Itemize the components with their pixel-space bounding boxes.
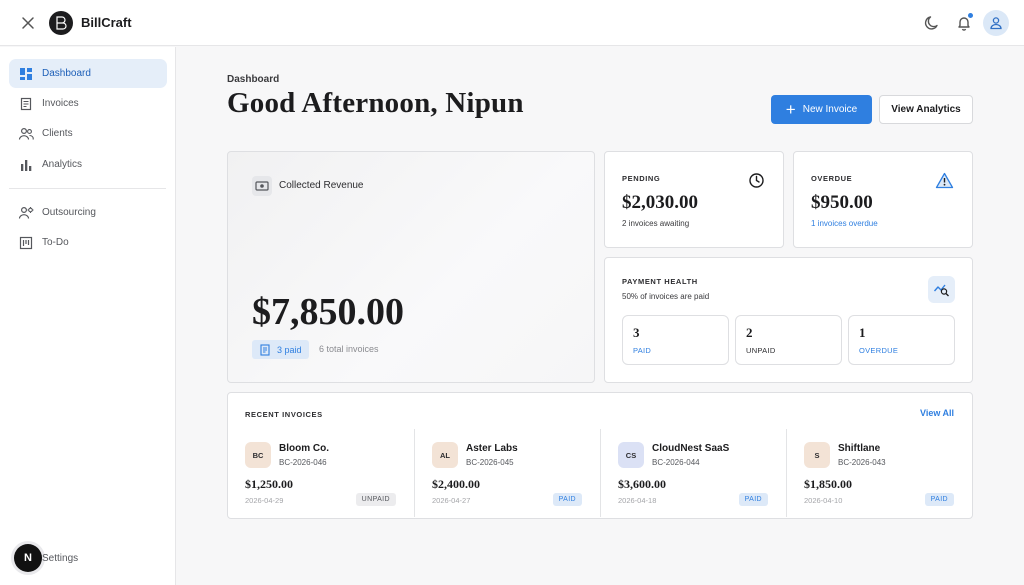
sidebar-item-outsourcing[interactable]: Outsourcing: [9, 198, 167, 227]
sidebar-item-label: Analytics: [42, 159, 83, 170]
pending-sub: 2 invoices awaiting: [622, 219, 690, 228]
view-all-link[interactable]: View All: [920, 408, 954, 418]
invoice-number: BC-2026-044: [652, 458, 700, 467]
new-invoice-label: New Invoice: [802, 104, 858, 115]
plus-icon: +: [785, 100, 796, 119]
settings-link[interactable]: Settings: [42, 553, 78, 564]
overdue-amount: $950.00: [811, 192, 873, 213]
brand-name: BillCraft: [81, 15, 132, 30]
invoice-amount: $2,400.00: [432, 477, 480, 491]
outsourcing-icon: [18, 205, 34, 221]
client-name: CloudNest SaaS: [652, 443, 730, 454]
notification-dot: [968, 13, 973, 18]
invoice-card[interactable]: S Shiftlane BC-2026-043 $1,850.00 2026-0…: [786, 429, 972, 517]
invoice-card[interactable]: AL Aster Labs BC-2026-045 $2,400.00 2026…: [414, 429, 600, 517]
status-badge: PAID: [924, 493, 954, 506]
overdue-card: OVERDUE $950.00 1 invoices overdue: [793, 151, 973, 248]
total-invoices-text: 6 total invoices: [319, 344, 379, 354]
invoice-number: BC-2026-046: [279, 458, 327, 467]
revenue-amount: $7,850.00: [252, 291, 404, 333]
payment-health-sub: 50% of invoices are paid: [622, 292, 710, 301]
overdue-count: 1: [859, 325, 866, 340]
view-analytics-button[interactable]: View Analytics: [879, 95, 973, 124]
overdue-sub-link[interactable]: 1 invoices overdue: [811, 219, 878, 228]
close-icon[interactable]: [19, 14, 37, 32]
client-name: Shiftlane: [838, 443, 881, 454]
invoice-date: 2026-04-18: [618, 496, 657, 505]
sidebar-item-label: Invoices: [42, 98, 79, 109]
trend-search-icon[interactable]: [928, 276, 955, 303]
status-badge: PAID: [738, 493, 768, 506]
pending-amount: $2,030.00: [622, 192, 698, 213]
paid-count-box[interactable]: 3 PAID: [622, 315, 729, 365]
paid-label: PAID: [633, 346, 652, 355]
overdue-count-box[interactable]: 1 OVERDUE: [848, 315, 955, 365]
moon-icon[interactable]: [922, 13, 942, 33]
client-avatar: AL: [432, 442, 458, 468]
cash-icon: [252, 176, 272, 196]
status-badge: PAID: [552, 493, 582, 506]
page-title: Good Afternoon, Nipun: [227, 87, 524, 119]
overdue-label: OVERDUE: [811, 174, 853, 183]
revenue-label: Collected Revenue: [279, 180, 364, 191]
new-invoice-button[interactable]: + New Invoice: [771, 95, 872, 124]
invoice-amount: $1,250.00: [245, 477, 293, 491]
sidebar-item-label: Outsourcing: [42, 207, 96, 218]
bar-chart-icon: [18, 157, 34, 173]
client-avatar: BC: [245, 442, 271, 468]
invoice-card[interactable]: BC Bloom Co. BC-2026-046 $1,250.00 2026-…: [228, 429, 414, 517]
recent-invoices-title: RECENT INVOICES: [245, 410, 323, 419]
invoice-card[interactable]: CS CloudNest SaaS BC-2026-044 $3,600.00 …: [600, 429, 786, 517]
settings-avatar[interactable]: N: [14, 544, 42, 572]
paid-badge-label: 3 paid: [277, 344, 302, 355]
invoice-number: BC-2026-045: [466, 458, 514, 467]
invoice-amount: $1,850.00: [804, 477, 852, 491]
invoice-number: BC-2026-043: [838, 458, 886, 467]
overdue-box-label: OVERDUE: [859, 346, 899, 355]
collected-revenue-card: Collected Revenue $7,850.00 3 paid 6 tot…: [227, 151, 595, 383]
unpaid-count-box[interactable]: 2 UNPAID: [735, 315, 842, 365]
user-icon[interactable]: [983, 10, 1009, 36]
invoice-date: 2026-04-10: [804, 496, 843, 505]
sidebar-item-label: To-Do: [42, 237, 69, 248]
paid-count: 3: [633, 325, 640, 340]
todo-icon: [18, 235, 34, 251]
sidebar-item-label: Clients: [42, 128, 73, 139]
sidebar: Dashboard Invoices Clients Analytics Out…: [0, 47, 176, 585]
invoice-amount: $3,600.00: [618, 477, 666, 491]
invoice-icon: [259, 343, 271, 356]
client-name: Bloom Co.: [279, 443, 329, 454]
sidebar-item-clients[interactable]: Clients: [9, 119, 167, 148]
warning-icon: [934, 170, 954, 190]
paid-count-badge[interactable]: 3 paid: [252, 340, 309, 359]
clock-icon: [746, 170, 766, 190]
dashboard-icon: [18, 66, 34, 82]
sidebar-item-dashboard[interactable]: Dashboard: [9, 59, 167, 88]
pending-card: PENDING $2,030.00 2 invoices awaiting: [604, 151, 784, 248]
sidebar-item-todo[interactable]: To-Do: [9, 228, 167, 257]
invoice-icon: [18, 96, 34, 112]
status-badge: UNPAID: [355, 493, 396, 506]
breadcrumb: Dashboard: [227, 74, 280, 85]
payment-health-title: PAYMENT HEALTH: [622, 277, 698, 286]
client-avatar: S: [804, 442, 830, 468]
sidebar-item-label: Dashboard: [42, 68, 91, 79]
sidebar-item-invoices[interactable]: Invoices: [9, 89, 167, 118]
sidebar-item-analytics[interactable]: Analytics: [9, 150, 167, 179]
client-avatar: CS: [618, 442, 644, 468]
sidebar-divider: [9, 188, 166, 189]
unpaid-count: 2: [746, 325, 753, 340]
users-icon: [18, 126, 34, 142]
client-name: Aster Labs: [466, 443, 518, 454]
recent-invoices-card: RECENT INVOICES View All BC Bloom Co. BC…: [227, 392, 973, 519]
billcraft-logo[interactable]: [49, 11, 73, 35]
payment-health-card: PAYMENT HEALTH 50% of invoices are paid …: [604, 257, 973, 383]
top-bar: BillCraft: [0, 0, 1024, 46]
invoice-date: 2026-04-27: [432, 496, 471, 505]
unpaid-label: UNPAID: [746, 346, 776, 355]
pending-label: PENDING: [622, 174, 661, 183]
invoice-date: 2026-04-29: [245, 496, 284, 505]
